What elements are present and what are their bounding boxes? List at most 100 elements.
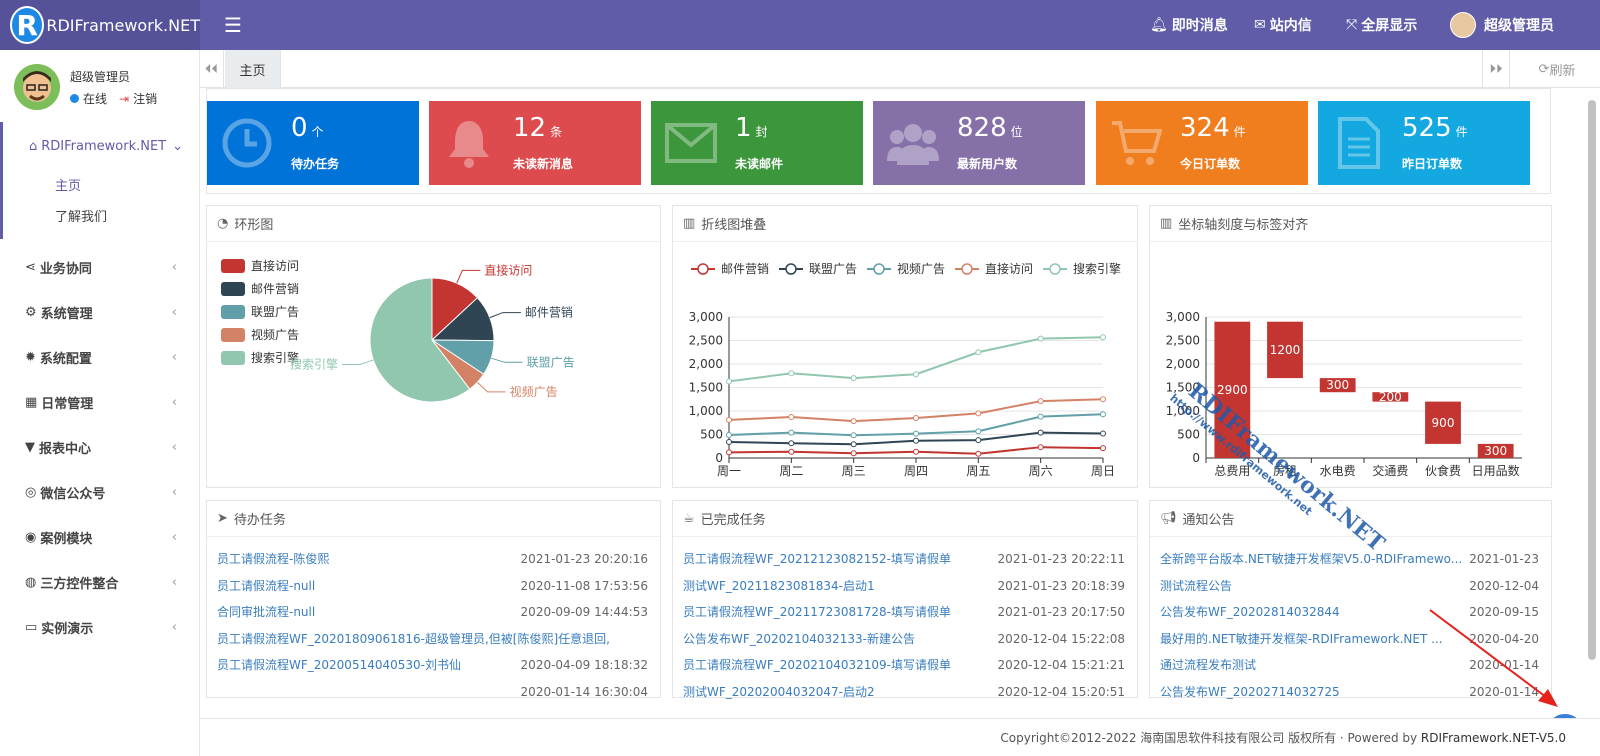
user-menu[interactable]: 超级管理员 [1450,0,1554,50]
sidebar-subitem-home[interactable]: 主页 [3,169,199,200]
sidebar-item[interactable]: ✹ 系统配置 ‹ [0,335,199,380]
data-point[interactable] [726,431,732,438]
legend-marker[interactable] [697,263,709,275]
sidebar-item[interactable]: ◍ 三方控件整合 ‹ [0,560,199,605]
list-item-link[interactable]: 员工请假流程-陈俊熙 [217,546,329,572]
list-item-link[interactable]: 合同审批流程-null [217,599,315,625]
list-item-link[interactable]: 员工请假流程WF_20200514040530-刘书仙 [217,652,461,678]
data-point[interactable] [850,375,857,382]
list-item-link[interactable]: 员工请假流程WF_20202104032109-填写请假单 [683,652,951,678]
data-point[interactable] [913,371,919,378]
pie-label: 联盟广告 [527,355,575,369]
data-point[interactable] [913,437,919,444]
data-point[interactable] [788,440,795,447]
legend-marker[interactable] [1049,263,1061,275]
data-point[interactable] [975,349,982,356]
stat-card[interactable]: 324 件今日订单数 [1096,101,1308,185]
data-point[interactable] [850,432,857,439]
data-point[interactable] [1037,413,1044,420]
legend-marker[interactable] [873,263,885,275]
messages-label: 即时消息 [1171,18,1228,34]
list-item-link[interactable]: 公告发布WF_20202714032725 [1160,679,1340,705]
stat-number: 828 [957,113,1007,143]
data-point[interactable] [850,418,857,425]
list-item-link[interactable]: 测试流程公告 [1160,573,1232,599]
data-point[interactable] [913,430,919,437]
data-point[interactable] [975,437,982,444]
list-item-link[interactable]: 全新跨平台版本.NET敏捷开发框架V5.0-RDIFramewo... [1160,546,1462,572]
data-point[interactable] [975,428,982,435]
x-tick-label: 周六 [1029,464,1053,478]
data-point[interactable] [726,449,732,456]
tab-scroll-left-icon[interactable]: ⏴⏴ [200,50,224,88]
data-point[interactable] [975,450,982,457]
app-logo[interactable]: R RDIFramework.NET [0,0,200,50]
scrollbar[interactable] [1588,100,1596,660]
refresh-button[interactable]: ⟳ 刷新 [1514,50,1600,88]
list-item-link[interactable]: 员工请假流程WF_20211723081728-填写请假单 [683,599,951,625]
legend-marker[interactable] [961,263,973,275]
sidebar-item[interactable]: ⋖ 业务协同 ‹ [0,245,199,290]
list-item-link[interactable]: 测试WF_20202004032047-启动2 [683,679,875,705]
sidebar-item[interactable]: ▦ 日常管理 ‹ [0,380,199,425]
logout-icon[interactable]: ⇥ [119,92,129,106]
list-item-date: 2021-01-23 20:18:39 [997,578,1125,593]
list-item-link[interactable]: 测试WF_20211823081834-启动1 [683,573,875,599]
menu-icon[interactable]: ☰ [224,13,242,37]
data-point[interactable] [913,415,919,422]
data-point[interactable] [726,416,732,423]
mail-button[interactable]: ✉ 站内信 [1254,0,1312,50]
logo-mark: R [10,6,45,44]
tab-scroll-right-icon[interactable]: ⏵⏵ [1482,50,1510,88]
data-point[interactable] [1037,335,1044,342]
data-point[interactable] [975,410,982,417]
data-point[interactable] [788,414,795,421]
logout-link[interactable]: 注销 [133,90,157,107]
stat-card[interactable]: 1 封未读邮件 [651,101,863,185]
stat-card[interactable]: 828 位最新用户数 [873,101,1085,185]
data-point[interactable] [1100,396,1106,403]
messages-button[interactable]: 🔔︎ 即时消息 [1150,0,1228,50]
tab-home[interactable]: 主页 [225,50,281,88]
sidebar-item[interactable]: ▼ 报表中心 ‹ [0,425,199,470]
sidebar-item[interactable]: ⚙ 系统管理 ‹ [0,290,199,335]
data-point[interactable] [1037,429,1044,436]
data-point[interactable] [788,370,795,377]
stat-card[interactable]: 12 条未读新消息 [429,101,641,185]
data-point[interactable] [913,448,919,455]
sidebar-item-rdiframework[interactable]: ⌂ RDIFramework.NET ⌄ [3,124,199,169]
sidebar-item[interactable]: ◎ 微信公众号 ‹ [0,470,199,515]
data-point[interactable] [1100,430,1106,437]
data-point[interactable] [788,448,795,455]
list-item-link[interactable]: 公告发布WF_20202104032133-新建公告 [683,626,915,652]
users-icon [887,124,939,165]
list-item-link[interactable]: 通过流程发布测试 [1160,652,1256,678]
list-item-link[interactable]: 员工请假流程WF_20212123082152-填写请假单 [683,546,951,572]
data-point[interactable] [850,450,857,457]
data-point[interactable] [1100,334,1106,341]
data-point[interactable] [1037,444,1044,451]
powered-link[interactable]: RDIFramework.NET-V5.0 [1421,731,1566,745]
data-point[interactable] [726,439,732,446]
sidebar-subitem-about[interactable]: 了解我们 [3,200,199,231]
data-point[interactable] [850,441,857,448]
legend-marker[interactable] [785,263,797,275]
list-item-link[interactable]: 员工请假流程-null [217,573,315,599]
list-item-link[interactable]: 最好用的.NET敏捷开发框架-RDIFramework.NET ... [1160,626,1443,652]
data-point[interactable] [788,429,795,436]
chevron-down-icon: ⌄ [172,139,184,154]
data-point[interactable] [1100,411,1106,418]
data-point[interactable] [1100,445,1106,452]
data-point[interactable] [726,378,732,385]
sidebar-item[interactable]: ◉ 案例模块 ‹ [0,515,199,560]
fullscreen-button[interactable]: ⤧ 全屏显示 [1346,0,1417,50]
list-item-link[interactable]: 员工请假流程WF_20201809061816-超级管理员,但被[陈俊熙]任意退… [217,626,610,652]
data-point[interactable] [1037,398,1044,405]
list-item-link[interactable]: 公告发布WF_20202814032844 [1160,599,1340,625]
stat-card[interactable]: 525 件昨日订单数 [1318,101,1530,185]
stat-label: 未读新消息 [513,157,574,171]
gear-icon: ✹ [25,350,36,365]
stat-card[interactable]: 0 个待办任务 [207,101,419,185]
bar-value-label: 300 [1484,444,1507,458]
sidebar-item[interactable]: ▭ 实例演示 ‹ [0,605,199,650]
